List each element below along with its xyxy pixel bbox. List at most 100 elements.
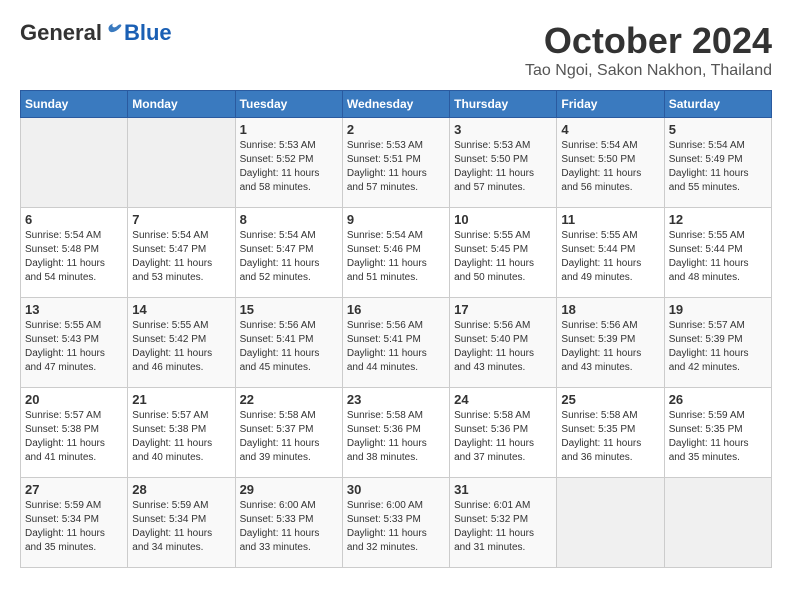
day-info: Sunrise: 5:53 AM Sunset: 5:52 PM Dayligh… [240,139,338,195]
day-number: 19 [669,302,767,317]
calendar-cell: 29 Sunrise: 6:00 AM Sunset: 5:33 PM Dayli… [235,478,342,568]
day-number: 30 [347,482,445,497]
day-number: 2 [347,122,445,137]
day-number: 28 [132,482,230,497]
logo-blue: Blue [124,20,172,46]
day-info: Sunrise: 5:54 AM Sunset: 5:49 PM Dayligh… [669,139,767,195]
logo: General Blue [20,20,172,46]
calendar-week-row: 1 Sunrise: 5:53 AM Sunset: 5:52 PM Daylig… [21,118,772,208]
day-info: Sunrise: 5:55 AM Sunset: 5:45 PM Dayligh… [454,229,552,285]
day-info: Sunrise: 5:59 AM Sunset: 5:34 PM Dayligh… [132,499,230,555]
day-number: 15 [240,302,338,317]
calendar-cell: 24 Sunrise: 5:58 AM Sunset: 5:36 PM Dayli… [450,388,557,478]
day-info: Sunrise: 5:54 AM Sunset: 5:50 PM Dayligh… [561,139,659,195]
day-number: 31 [454,482,552,497]
day-number: 4 [561,122,659,137]
day-number: 23 [347,392,445,407]
day-info: Sunrise: 5:56 AM Sunset: 5:41 PM Dayligh… [347,319,445,375]
day-number: 26 [669,392,767,407]
day-info: Sunrise: 5:53 AM Sunset: 5:51 PM Dayligh… [347,139,445,195]
calendar-cell: 11Sunrise: 5:55 AM Sunset: 5:44 PM Dayli… [557,208,664,298]
calendar-cell [664,478,771,568]
calendar-cell: 14 Sunrise: 5:55 AM Sunset: 5:42 PM Dayli… [128,298,235,388]
calendar-cell: 21Sunrise: 5:57 AM Sunset: 5:38 PM Dayli… [128,388,235,478]
weekday-header-friday: Friday [557,91,664,118]
day-number: 3 [454,122,552,137]
calendar-cell: 16 Sunrise: 5:56 AM Sunset: 5:41 PM Dayli… [342,298,449,388]
weekday-header-monday: Monday [128,91,235,118]
day-number: 16 [347,302,445,317]
calendar-cell: 25 Sunrise: 5:58 AM Sunset: 5:35 PM Dayli… [557,388,664,478]
calendar-cell: 18Sunrise: 5:56 AM Sunset: 5:39 PM Dayli… [557,298,664,388]
day-info: Sunrise: 5:54 AM Sunset: 5:47 PM Dayligh… [132,229,230,285]
day-info: Sunrise: 6:01 AM Sunset: 5:32 PM Dayligh… [454,499,552,555]
calendar-cell: 13Sunrise: 5:55 AM Sunset: 5:43 PM Dayli… [21,298,128,388]
calendar-cell: 28 Sunrise: 5:59 AM Sunset: 5:34 PM Dayli… [128,478,235,568]
day-number: 22 [240,392,338,407]
calendar-cell: 8 Sunrise: 5:54 AM Sunset: 5:47 PM Daylig… [235,208,342,298]
day-info: Sunrise: 5:54 AM Sunset: 5:47 PM Dayligh… [240,229,338,285]
day-number: 25 [561,392,659,407]
calendar-cell [557,478,664,568]
weekday-header-row: SundayMondayTuesdayWednesdayThursdayFrid… [21,91,772,118]
day-info: Sunrise: 5:54 AM Sunset: 5:48 PM Dayligh… [25,229,123,285]
month-title: October 2024 [525,20,772,62]
day-info: Sunrise: 5:58 AM Sunset: 5:35 PM Dayligh… [561,409,659,465]
day-info: Sunrise: 5:58 AM Sunset: 5:36 PM Dayligh… [347,409,445,465]
day-info: Sunrise: 5:55 AM Sunset: 5:42 PM Dayligh… [132,319,230,375]
calendar-cell: 23 Sunrise: 5:58 AM Sunset: 5:36 PM Dayli… [342,388,449,478]
calendar-cell: 6 Sunrise: 5:54 AM Sunset: 5:48 PM Daylig… [21,208,128,298]
day-number: 13 [25,302,123,317]
page-header: General Blue October 2024 Tao Ngoi, Sako… [20,20,772,80]
title-block: October 2024 Tao Ngoi, Sakon Nakhon, Tha… [525,20,772,80]
calendar-cell: 12 Sunrise: 5:55 AM Sunset: 5:44 PM Dayli… [664,208,771,298]
day-number: 10 [454,212,552,227]
day-number: 1 [240,122,338,137]
day-number: 29 [240,482,338,497]
calendar-cell: 2 Sunrise: 5:53 AM Sunset: 5:51 PM Daylig… [342,118,449,208]
day-info: Sunrise: 5:55 AM Sunset: 5:44 PM Dayligh… [669,229,767,285]
calendar-cell: 17 Sunrise: 5:56 AM Sunset: 5:40 PM Dayli… [450,298,557,388]
day-number: 20 [25,392,123,407]
calendar-cell: 22 Sunrise: 5:58 AM Sunset: 5:37 PM Dayli… [235,388,342,478]
day-number: 14 [132,302,230,317]
day-info: Sunrise: 5:57 AM Sunset: 5:38 PM Dayligh… [25,409,123,465]
day-number: 8 [240,212,338,227]
day-info: Sunrise: 5:53 AM Sunset: 5:50 PM Dayligh… [454,139,552,195]
weekday-header-thursday: Thursday [450,91,557,118]
day-number: 18 [561,302,659,317]
calendar-cell: 10 Sunrise: 5:55 AM Sunset: 5:45 PM Dayli… [450,208,557,298]
calendar-cell: 26 Sunrise: 5:59 AM Sunset: 5:35 PM Dayli… [664,388,771,478]
calendar-week-row: 27 Sunrise: 5:59 AM Sunset: 5:34 PM Dayli… [21,478,772,568]
calendar-cell [21,118,128,208]
calendar-cell: 7Sunrise: 5:54 AM Sunset: 5:47 PM Daylig… [128,208,235,298]
day-number: 6 [25,212,123,227]
calendar-cell: 30 Sunrise: 6:00 AM Sunset: 5:33 PM Dayli… [342,478,449,568]
day-info: Sunrise: 6:00 AM Sunset: 5:33 PM Dayligh… [240,499,338,555]
calendar-cell: 31 Sunrise: 6:01 AM Sunset: 5:32 PM Dayli… [450,478,557,568]
day-info: Sunrise: 5:58 AM Sunset: 5:37 PM Dayligh… [240,409,338,465]
day-number: 27 [25,482,123,497]
day-info: Sunrise: 5:59 AM Sunset: 5:35 PM Dayligh… [669,409,767,465]
day-number: 11 [561,212,659,227]
day-number: 24 [454,392,552,407]
calendar-cell: 4 Sunrise: 5:54 AM Sunset: 5:50 PM Daylig… [557,118,664,208]
calendar-week-row: 13Sunrise: 5:55 AM Sunset: 5:43 PM Dayli… [21,298,772,388]
calendar-cell: 20 Sunrise: 5:57 AM Sunset: 5:38 PM Dayli… [21,388,128,478]
day-info: Sunrise: 5:57 AM Sunset: 5:39 PM Dayligh… [669,319,767,375]
day-info: Sunrise: 5:57 AM Sunset: 5:38 PM Dayligh… [132,409,230,465]
weekday-header-sunday: Sunday [21,91,128,118]
calendar-cell: 9Sunrise: 5:54 AM Sunset: 5:46 PM Daylig… [342,208,449,298]
calendar-cell: 27Sunrise: 5:59 AM Sunset: 5:34 PM Dayli… [21,478,128,568]
weekday-header-wednesday: Wednesday [342,91,449,118]
calendar-cell: 5Sunrise: 5:54 AM Sunset: 5:49 PM Daylig… [664,118,771,208]
day-info: Sunrise: 5:56 AM Sunset: 5:40 PM Dayligh… [454,319,552,375]
day-number: 12 [669,212,767,227]
day-info: Sunrise: 6:00 AM Sunset: 5:33 PM Dayligh… [347,499,445,555]
logo-bird-icon [104,22,124,42]
calendar-cell: 1 Sunrise: 5:53 AM Sunset: 5:52 PM Daylig… [235,118,342,208]
day-number: 17 [454,302,552,317]
day-info: Sunrise: 5:58 AM Sunset: 5:36 PM Dayligh… [454,409,552,465]
calendar-cell [128,118,235,208]
weekday-header-saturday: Saturday [664,91,771,118]
